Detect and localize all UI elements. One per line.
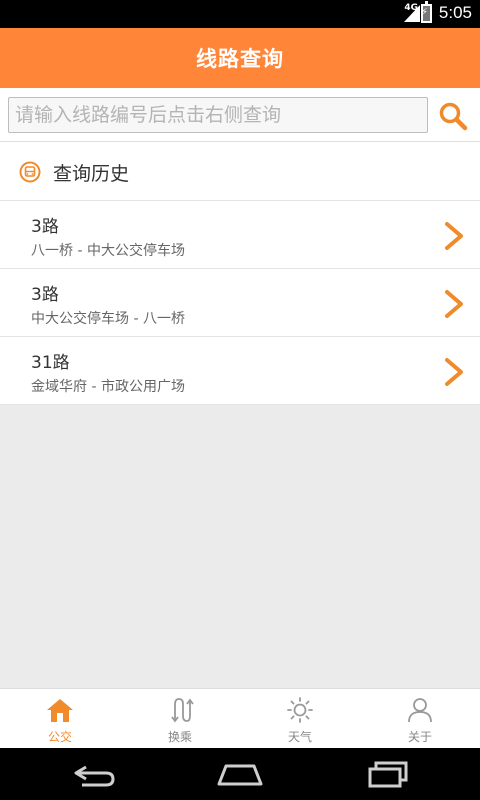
route-stops: 中大公交停车场 - 八一桥 xyxy=(31,311,185,327)
tab-bus[interactable]: 公交 xyxy=(0,689,120,748)
route-name: 31路 xyxy=(31,353,70,373)
route-stops: 金域华府 - 市政公用广场 xyxy=(31,379,185,395)
person-icon xyxy=(408,698,432,723)
tab-label: 关于 xyxy=(407,730,432,744)
title-bar: 线路查询 xyxy=(0,28,480,88)
bus-icon xyxy=(19,161,41,183)
route-name: 3路 xyxy=(31,285,59,305)
search-input[interactable] xyxy=(8,97,428,133)
transfer-icon xyxy=(171,698,194,723)
history-item-3[interactable]: 31路 金域华府 - 市政公用广场 xyxy=(0,337,480,405)
history-list: 3路 八一桥 - 中大公交停车场 3路 中大公交停车场 - 八一桥 31路 金域… xyxy=(0,201,480,405)
tab-label: 公交 xyxy=(47,730,72,744)
tab-about[interactable]: 关于 xyxy=(360,689,480,748)
recent-apps-icon[interactable] xyxy=(364,758,414,790)
nav-bar xyxy=(0,748,480,800)
back-icon[interactable] xyxy=(72,758,122,790)
home-nav-icon[interactable] xyxy=(215,758,265,790)
chevron-right-icon xyxy=(445,290,463,318)
tab-label: 天气 xyxy=(287,730,312,744)
chevron-right-icon xyxy=(445,222,463,250)
tab-weather[interactable]: 天气 xyxy=(240,689,360,748)
search-bar xyxy=(0,88,480,142)
history-item-2[interactable]: 3路 中大公交停车场 - 八一桥 xyxy=(0,269,480,337)
tab-transfer[interactable]: 换乘 xyxy=(120,689,240,748)
sun-icon xyxy=(287,697,313,723)
status-bar: 4G 5:05 xyxy=(0,0,480,28)
history-item-1[interactable]: 3路 八一桥 - 中大公交停车场 xyxy=(0,201,480,269)
tab-label: 换乘 xyxy=(167,730,192,744)
search-icon[interactable] xyxy=(438,101,468,131)
battery-icon xyxy=(421,1,432,23)
home-icon xyxy=(47,699,73,722)
route-stops: 八一桥 - 中大公交停车场 xyxy=(31,243,185,259)
history-title: 查询历史 xyxy=(53,163,130,185)
status-time: 5:05 xyxy=(438,3,472,22)
chevron-right-icon xyxy=(445,358,463,386)
route-name: 3路 xyxy=(31,217,59,237)
page-title: 线路查询 xyxy=(196,47,284,71)
tab-bar: 公交 换乘 天气 关于 xyxy=(0,688,480,748)
history-header: 查询历史 xyxy=(0,142,480,201)
signal-icon xyxy=(404,5,420,22)
